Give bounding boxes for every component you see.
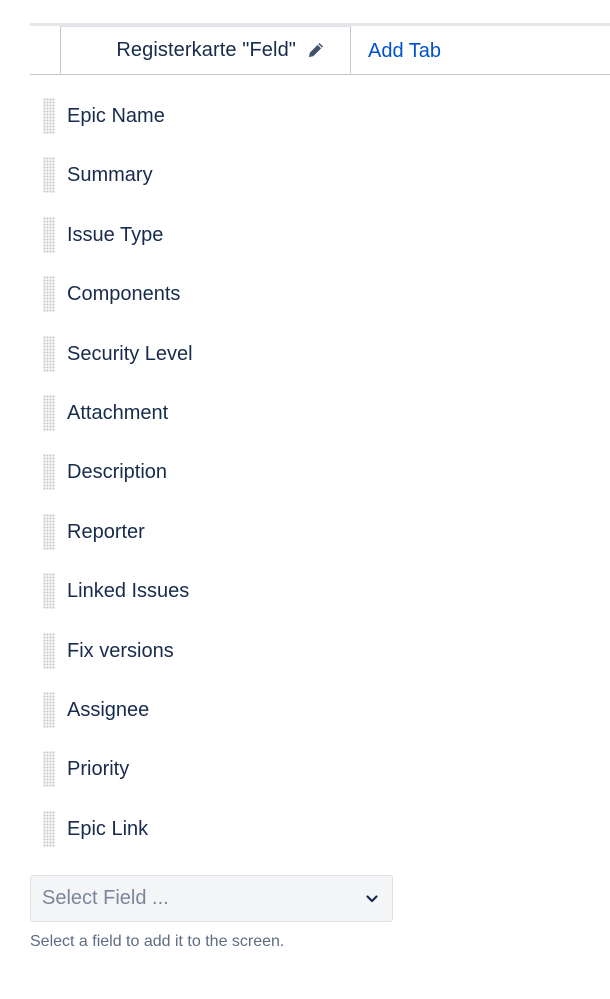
select-field-dropdown[interactable]: Select Field ... <box>30 875 393 922</box>
field-label: Summary <box>67 164 153 187</box>
field-item[interactable]: Issue Type <box>30 207 610 266</box>
help-text: Select a field to add it to the screen. <box>30 933 285 950</box>
add-tab-link[interactable]: Add Tab <box>368 40 441 63</box>
drag-handle-icon[interactable] <box>43 632 55 669</box>
field-label: Epic Name <box>67 105 165 127</box>
field-label: Linked Issues <box>67 580 190 603</box>
field-label: Issue Type <box>67 223 164 246</box>
field-item[interactable]: Epic Link <box>30 801 610 860</box>
field-label: Components <box>67 283 181 306</box>
tab-registerkarte-feld[interactable]: Registerkarte "Feld" <box>60 26 351 74</box>
field-item[interactable]: Description <box>30 444 610 503</box>
screen-tab-editor: Registerkarte "Feld" Add Tab Epic Name S… <box>0 0 610 999</box>
field-item[interactable]: Attachment <box>30 385 610 444</box>
drag-handle-icon[interactable] <box>43 216 55 253</box>
field-item[interactable]: Assignee <box>30 682 610 741</box>
field-item[interactable]: Linked Issues <box>30 563 610 622</box>
field-item[interactable]: Security Level <box>30 326 610 385</box>
drag-handle-icon[interactable] <box>43 573 55 610</box>
drag-handle-icon[interactable] <box>43 276 55 313</box>
field-item[interactable]: Priority <box>30 741 610 800</box>
field-label: Attachment <box>67 401 169 424</box>
field-label: Reporter <box>67 520 145 543</box>
drag-handle-icon[interactable] <box>43 157 55 194</box>
drag-handle-icon[interactable] <box>43 335 55 372</box>
tab-label: Registerkarte "Feld" <box>116 38 296 61</box>
field-item[interactable]: Reporter <box>30 504 610 563</box>
field-label: Fix versions <box>67 639 174 662</box>
tab-bar: Registerkarte "Feld" Add Tab <box>30 26 610 75</box>
select-field-placeholder: Select Field ... <box>42 887 169 909</box>
drag-handle-icon[interactable] <box>43 691 55 728</box>
drag-handle-icon[interactable] <box>43 513 55 550</box>
field-list: Epic Name Summary Issue Type Components … <box>30 88 610 860</box>
field-label: Priority <box>67 758 130 781</box>
field-label: Assignee <box>67 698 150 721</box>
drag-handle-icon[interactable] <box>43 394 55 431</box>
field-item[interactable]: Components <box>30 266 610 325</box>
field-item[interactable]: Summary <box>30 147 610 206</box>
field-label: Epic Link <box>67 817 149 840</box>
field-label: Security Level <box>67 342 193 365</box>
chevron-down-icon <box>364 891 380 907</box>
field-item[interactable]: Fix versions <box>30 623 610 682</box>
field-item[interactable]: Epic Name <box>30 88 610 147</box>
drag-handle-icon[interactable] <box>43 810 55 847</box>
pencil-icon[interactable] <box>306 40 326 60</box>
drag-handle-icon[interactable] <box>43 751 55 788</box>
drag-handle-icon[interactable] <box>43 454 55 491</box>
field-label: Description <box>67 461 168 484</box>
drag-handle-icon[interactable] <box>43 98 55 134</box>
